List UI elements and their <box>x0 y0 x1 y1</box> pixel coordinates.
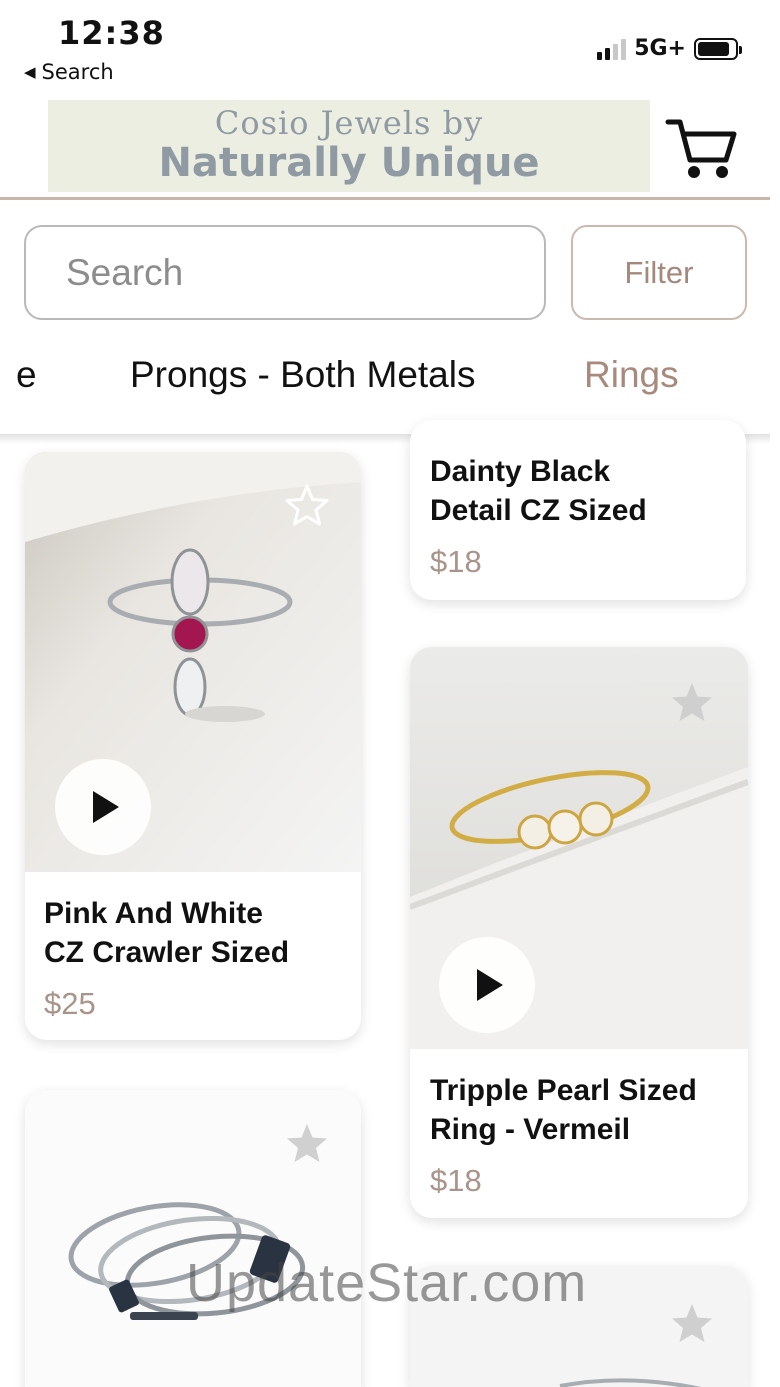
product-card[interactable]: Tripple Pearl Sized Ring - Vermeil $18 <box>410 647 748 1218</box>
product-title-line: Ring - Vermeil <box>430 1113 631 1146</box>
filter-button[interactable]: Filter <box>571 225 747 320</box>
product-card[interactable] <box>25 1090 361 1387</box>
play-video-button[interactable] <box>439 937 535 1033</box>
product-price: $18 <box>430 544 482 579</box>
product-card[interactable]: Dainty Black Detail CZ Sized $18 <box>410 420 746 600</box>
header-divider <box>0 197 770 200</box>
status-time: 12:38 <box>58 14 165 52</box>
product-title-line: Dainty Black <box>430 455 611 488</box>
favorite-star-icon[interactable] <box>283 482 331 530</box>
watermark: UpdateStar.com <box>186 1253 588 1313</box>
back-label: Search <box>41 60 114 84</box>
store-logo-banner[interactable]: Cosio Jewels by Naturally Unique <box>48 100 650 192</box>
status-indicators: 5G+ <box>597 36 742 61</box>
play-icon <box>477 969 503 1001</box>
back-arrow-icon: ◀ <box>24 63 36 81</box>
product-title: Tripple Pearl Sized Ring - Vermeil <box>430 1071 697 1149</box>
product-card[interactable]: Pink And White CZ Crawler Sized $25 <box>25 452 361 1040</box>
back-to-search-link[interactable]: ◀ Search <box>24 60 114 84</box>
product-title: Pink And White CZ Crawler Sized <box>44 894 289 972</box>
search-placeholder: Search <box>66 251 184 293</box>
product-title-line: Detail CZ Sized <box>430 494 647 527</box>
product-title-line: Pink And White <box>44 897 263 930</box>
tab-partial[interactable]: e <box>16 354 37 396</box>
product-title-line: CZ Crawler Sized <box>44 936 290 969</box>
favorite-star-icon[interactable] <box>283 1120 331 1168</box>
favorite-star-icon[interactable] <box>668 679 716 727</box>
product-title: Dainty Black Detail CZ Sized <box>430 452 647 530</box>
signal-icon <box>597 38 627 60</box>
play-video-button[interactable] <box>55 759 151 855</box>
search-input[interactable]: Search <box>24 225 546 320</box>
favorite-star-icon[interactable] <box>668 1300 716 1348</box>
product-title-line: Tripple Pearl Sized <box>430 1074 697 1107</box>
cart-icon[interactable] <box>664 112 738 186</box>
tab-rings[interactable]: Rings <box>584 354 679 396</box>
battery-icon <box>694 37 742 60</box>
play-icon <box>93 791 119 823</box>
store-name-line1: Cosio Jewels by <box>214 104 484 142</box>
store-name-line2: Naturally Unique <box>158 140 540 186</box>
network-type: 5G+ <box>634 36 686 61</box>
product-price: $25 <box>44 986 96 1021</box>
product-price: $18 <box>430 1163 482 1198</box>
tab-prongs-both-metals[interactable]: Prongs - Both Metals <box>130 354 475 396</box>
